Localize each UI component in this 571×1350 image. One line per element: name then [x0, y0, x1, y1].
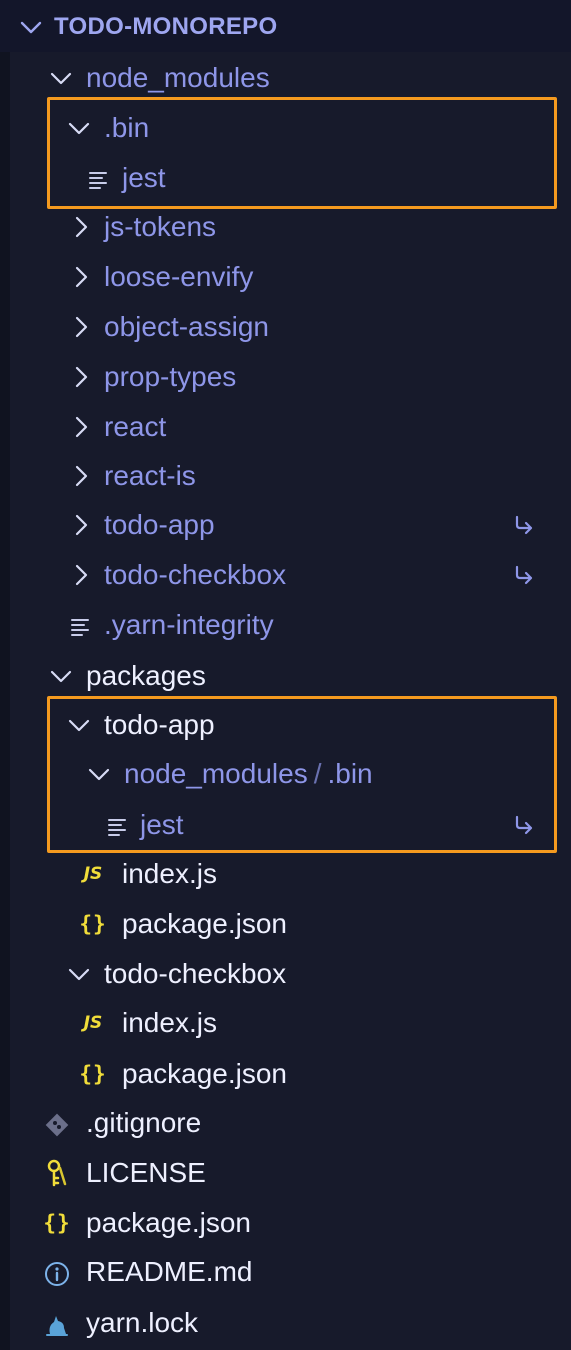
chevron-down-icon[interactable] [86, 761, 112, 787]
tree-row-prop-types[interactable]: prop-types [10, 352, 571, 402]
symlink-icon [515, 565, 533, 585]
js-file-icon: JS [83, 864, 103, 884]
folder-label: todo-checkbox [104, 958, 287, 989]
file-label: jest [122, 162, 166, 193]
chevron-down-icon[interactable] [66, 115, 92, 141]
file-label: README.md [86, 1256, 253, 1287]
tree-row-yarn-lock[interactable]: yarn.lock [10, 1298, 571, 1348]
chevron-right-icon[interactable] [68, 414, 94, 440]
chevron-right-icon[interactable] [68, 562, 94, 588]
yarn-cat-icon [46, 1316, 68, 1336]
tree-row-yarn-integrity[interactable]: .yarn-integrity [10, 600, 571, 650]
folder-label: object-assign [104, 311, 269, 342]
tree-row-license[interactable]: LICENSE [10, 1148, 571, 1198]
tree-row-object-assign[interactable]: object-assign [10, 302, 571, 352]
file-label: package.json [86, 1207, 252, 1238]
path-separator: / [313, 758, 322, 789]
file-label: .gitignore [86, 1107, 202, 1138]
explorer-header[interactable]: TODO-MONOREPO [0, 0, 571, 52]
chevron-right-icon[interactable] [68, 264, 94, 290]
folder-label: todo-app [104, 709, 215, 740]
chevron-right-icon[interactable] [68, 364, 94, 390]
chevron-right-icon[interactable] [68, 463, 94, 489]
file-label: yarn.lock [86, 1307, 199, 1338]
text-file-icon [89, 172, 107, 189]
folder-label: react-is [104, 460, 196, 491]
json-file-icon: {} [43, 1211, 71, 1235]
chevron-down-icon[interactable] [48, 663, 74, 689]
folder-label: js-tokens [104, 211, 217, 242]
tree-row-node-modules-bin[interactable]: node_modules / .bin [10, 749, 571, 799]
file-label: index.js [122, 1007, 217, 1038]
tree-row-packages[interactable]: packages [10, 651, 571, 701]
tree-row-index-js[interactable]: JS index.js [10, 998, 571, 1048]
folder-label: packages [86, 660, 206, 691]
symlink-icon [515, 515, 533, 535]
chevron-down-icon[interactable] [48, 65, 74, 91]
tree-row-index-js[interactable]: JS index.js [10, 849, 571, 899]
json-file-icon: {} [79, 912, 107, 936]
chevron-right-icon[interactable] [68, 512, 94, 538]
folder-label: .bin [104, 112, 150, 143]
tree-row-react-is[interactable]: react-is [10, 451, 571, 501]
explorer-title: TODO-MONOREPO [54, 13, 278, 40]
tree-row-js-tokens[interactable]: js-tokens [10, 202, 571, 252]
text-file-icon [108, 819, 126, 836]
tree-row-jest[interactable]: jest [10, 153, 571, 203]
folder-label: react [104, 411, 167, 442]
chevron-down-icon[interactable] [18, 14, 44, 40]
folder-label: todo-app [104, 509, 215, 540]
tree-row-node-modules[interactable]: node_modules [10, 53, 571, 103]
text-file-icon [71, 619, 89, 636]
folder-label: todo-checkbox [104, 559, 287, 590]
tree-row-todo-checkbox-link[interactable]: todo-checkbox [10, 550, 571, 600]
folder-label: prop-types [104, 361, 237, 392]
folder-label: loose-envify [104, 261, 254, 292]
chevron-down-icon[interactable] [66, 961, 92, 987]
symlink-icon [515, 815, 533, 835]
tree-row-todo-app[interactable]: todo-app [10, 700, 571, 750]
tree-row-package-json[interactable]: {} package.json [10, 1049, 571, 1099]
tree-row-react[interactable]: react [10, 402, 571, 452]
tree-row-readme[interactable]: README.md [10, 1247, 571, 1297]
tree-row-package-json[interactable]: {} package.json [10, 1198, 571, 1248]
file-label: index.js [122, 858, 217, 889]
chevron-right-icon[interactable] [68, 214, 94, 240]
activity-edge [0, 0, 10, 1350]
chevron-right-icon[interactable] [68, 314, 94, 340]
git-icon [45, 1113, 69, 1137]
file-label: .yarn-integrity [104, 609, 274, 640]
info-icon [45, 1262, 69, 1286]
json-file-icon: {} [79, 1062, 107, 1086]
compact-folder-part[interactable]: node_modules [124, 758, 308, 789]
file-label: jest [140, 809, 184, 840]
tree-row-jest-link[interactable]: jest [10, 800, 571, 850]
folder-label: node_modules [86, 62, 270, 93]
tree-row-loose-envify[interactable]: loose-envify [10, 252, 571, 302]
file-label: package.json [122, 1058, 288, 1089]
js-file-icon: JS [83, 1013, 103, 1033]
file-label: LICENSE [86, 1157, 206, 1188]
file-explorer: TODO-MONOREPO node_modules .bin jest js-… [0, 0, 571, 1350]
tree-row-todo-app-link[interactable]: todo-app [10, 500, 571, 550]
tree-row-gitignore[interactable]: .gitignore [10, 1098, 571, 1148]
file-label: package.json [122, 908, 288, 939]
chevron-down-icon[interactable] [66, 712, 92, 738]
tree-row-todo-checkbox[interactable]: todo-checkbox [10, 949, 571, 999]
tree-row-bin[interactable]: .bin [10, 103, 571, 153]
tree-row-package-json[interactable]: {} package.json [10, 899, 571, 949]
compact-folder-part[interactable]: .bin [327, 758, 372, 789]
license-key-icon [47, 1159, 67, 1187]
folder-label: node_modules / .bin [124, 759, 373, 789]
